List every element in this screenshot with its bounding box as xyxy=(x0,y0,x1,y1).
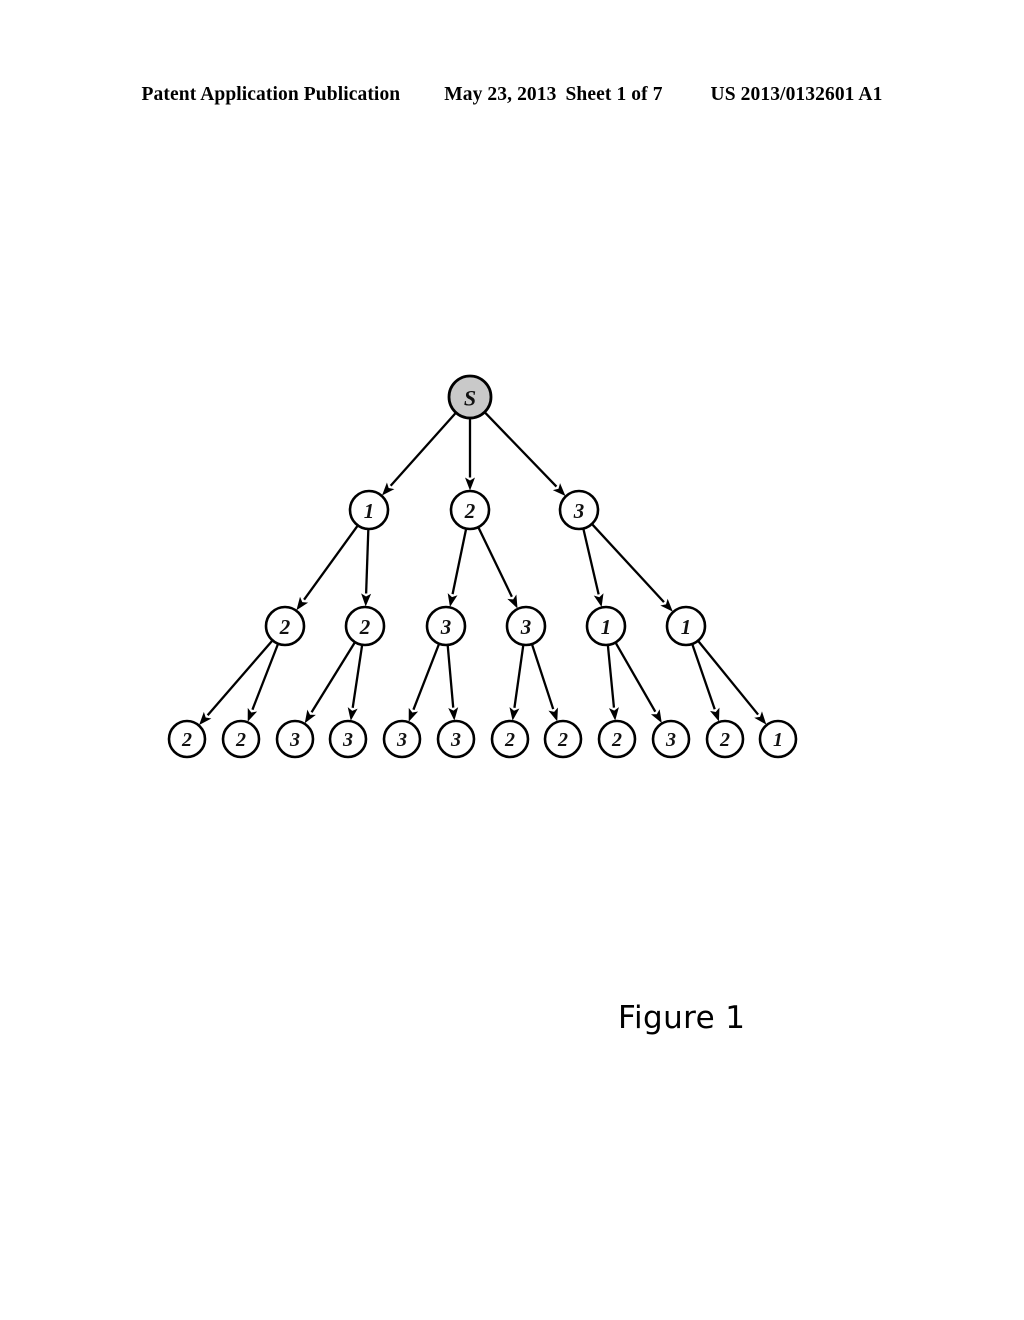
tree-node[interactable]: 2 xyxy=(490,719,530,759)
tree-edge-arrowhead xyxy=(408,707,419,722)
tree-edge xyxy=(303,525,359,601)
tree-node[interactable]: 3 xyxy=(382,719,422,759)
tree-nodes-layer: S 1 2 3 2 2 3 3 1 1 2 2 3 3 3 3 2 2 2 3 2 1 xyxy=(167,374,798,759)
tree-node-label: 3 xyxy=(396,729,407,751)
tree-node[interactable]: 2 xyxy=(264,605,306,647)
tree-edge xyxy=(484,412,558,488)
tree-node[interactable]: 3 xyxy=(328,719,368,759)
tree-node[interactable]: 3 xyxy=(436,719,476,759)
tree-node-label: 3 xyxy=(342,729,353,751)
tree-edge-arrowhead xyxy=(608,707,619,721)
tree-node-label: 3 xyxy=(450,729,461,751)
tree-edge xyxy=(446,645,455,708)
tree-edge xyxy=(697,640,760,716)
tree-edge xyxy=(310,642,356,713)
tree-node-label: 3 xyxy=(520,615,532,639)
tree-edge xyxy=(389,412,457,487)
tree-edge-arrowhead xyxy=(347,707,358,721)
tree-node-label: 1 xyxy=(681,615,692,639)
tree-node-label: 1 xyxy=(773,729,783,751)
tree-edge-arrowhead xyxy=(448,707,459,721)
tree-edge xyxy=(451,529,468,595)
tree-edge xyxy=(614,642,657,713)
tree-edge-arrowhead xyxy=(507,594,518,609)
tree-edge xyxy=(251,644,279,711)
tree-edge xyxy=(412,644,440,711)
tree-edge xyxy=(691,644,716,710)
tree-node[interactable]: 2 xyxy=(449,489,491,531)
tree-node-label: 2 xyxy=(359,615,371,639)
tree-edge-arrowhead xyxy=(593,593,604,608)
tree-node-label: 3 xyxy=(665,729,676,751)
tree-edge xyxy=(513,645,525,708)
tree-node-label: 2 xyxy=(279,615,291,639)
tree-node[interactable]: S xyxy=(447,374,493,420)
tree-edge xyxy=(351,645,364,709)
tree-node-label: 2 xyxy=(719,729,730,751)
tree-edge xyxy=(531,644,555,710)
tree-edge xyxy=(606,645,616,708)
tree-edges-layer xyxy=(199,412,767,726)
tree-edge-arrowhead xyxy=(509,707,520,721)
tree-node[interactable]: 2 xyxy=(167,719,207,759)
tree-edge xyxy=(582,529,600,595)
tree-edge xyxy=(206,640,273,716)
tree-edge-arrowhead xyxy=(361,593,372,607)
tree-node-label: 2 xyxy=(181,729,192,751)
tree-edge xyxy=(591,523,665,603)
tree-node-label: 3 xyxy=(573,499,585,523)
tree-edge-arrowhead xyxy=(710,707,720,722)
tree-edge-arrowhead xyxy=(548,707,558,722)
tree-node-label: 2 xyxy=(611,729,622,751)
tree-diagram-svg: S 1 2 3 2 2 3 3 1 1 2 2 3 3 3 3 2 2 2 3 2 1 xyxy=(167,374,798,759)
tree-edge-arrowhead xyxy=(465,477,475,491)
tree-node[interactable]: 3 xyxy=(651,719,691,759)
tree-node-label: 2 xyxy=(235,729,246,751)
tree-node[interactable]: 2 xyxy=(597,719,637,759)
tree-node[interactable]: 1 xyxy=(758,719,798,759)
tree-node-label: 2 xyxy=(504,729,515,751)
tree-node[interactable]: 3 xyxy=(505,605,547,647)
tree-node-label: 1 xyxy=(601,615,612,639)
tree-node[interactable]: 3 xyxy=(558,489,600,531)
tree-node[interactable]: 1 xyxy=(665,605,707,647)
tree-node[interactable]: 2 xyxy=(543,719,583,759)
tree-edge-arrowhead xyxy=(296,596,309,611)
tree-node[interactable]: 3 xyxy=(425,605,467,647)
tree-node-label: 3 xyxy=(440,615,452,639)
tree-node-label: 1 xyxy=(364,499,375,523)
tree-node-label: S xyxy=(464,386,476,411)
tree-node-label: 2 xyxy=(557,729,568,751)
tree-node[interactable]: 3 xyxy=(275,719,315,759)
tree-node[interactable]: 1 xyxy=(348,489,390,531)
tree-edge-arrowhead xyxy=(447,593,458,607)
tree-edge xyxy=(364,529,370,594)
tree-node[interactable]: 2 xyxy=(705,719,745,759)
tree-node[interactable]: 1 xyxy=(585,605,627,647)
tree-node[interactable]: 2 xyxy=(221,719,261,759)
tree-node-label: 3 xyxy=(289,729,300,751)
figure-1-diagram: S 1 2 3 2 2 3 3 1 1 2 2 3 3 3 3 2 2 2 3 2 1 xyxy=(0,0,1024,1320)
figure-caption: Figure 1 xyxy=(618,1000,746,1036)
tree-node[interactable]: 2 xyxy=(344,605,386,647)
tree-edge-arrowhead xyxy=(304,709,316,724)
tree-edge-arrowhead xyxy=(650,709,662,723)
tree-node-label: 2 xyxy=(464,499,476,523)
tree-edge-arrowhead xyxy=(247,707,258,722)
tree-edge xyxy=(477,527,513,598)
